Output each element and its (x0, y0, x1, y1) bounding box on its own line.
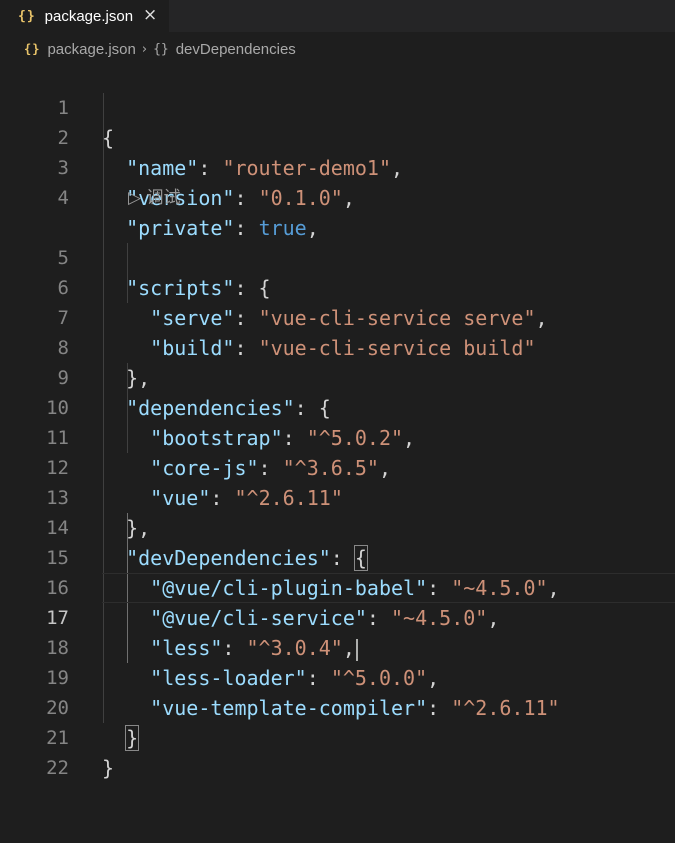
code-line: 22 (0, 723, 675, 779)
code-line: 15 "@vue/cli-plugin-babel": "~4.5.0", (0, 513, 675, 600)
tab-package-json[interactable]: {} package.json × (0, 0, 169, 32)
code-editor[interactable]: 1 { 2 "name": "router-demo1", 3 "version… (0, 63, 675, 780)
breadcrumb: {} package.json › {} devDependencies (0, 32, 675, 66)
close-icon[interactable]: × (143, 5, 157, 25)
code-line: 20 } (0, 663, 675, 751)
brace-close: } (102, 756, 115, 780)
tab-label: package.json (44, 7, 134, 25)
line-number: 22 (46, 757, 69, 779)
code-line: 1 { (0, 63, 675, 150)
code-line: 5 "scripts": { (0, 213, 675, 300)
code-line: 6 "serve": "vue-cli-service serve", (0, 243, 675, 330)
codelens: ▷ 调试 (0, 183, 675, 213)
code-line: 18 "less-loader": "^5.0.0", (0, 603, 675, 690)
code-line: 13 }, (0, 453, 675, 540)
code-line: 21 } (0, 693, 675, 780)
code-line: 8 }, (0, 303, 675, 390)
tab-bar: {} package.json × (0, 0, 675, 32)
chevron-right-icon: › (141, 41, 148, 57)
json-file-icon: {} (18, 8, 36, 24)
code-line: 14 "devDependencies": { (0, 483, 675, 571)
code-line: 9 "dependencies": { (0, 333, 675, 420)
breadcrumb-section[interactable]: devDependencies (176, 41, 296, 58)
code-line: 16 "@vue/cli-service": "~4.5.0", (0, 543, 675, 630)
code-line-current: 17 "less": "^3.0.4", (0, 573, 675, 661)
debug-codelens[interactable]: ▷ 调试 (128, 183, 180, 213)
json-file-icon: {} (24, 42, 41, 56)
code-line: 7 "build": "vue-cli-service build" (0, 273, 675, 360)
code-line: 19 "vue-template-compiler": "^2.6.11" (0, 633, 675, 720)
breadcrumb-file[interactable]: package.json (47, 41, 135, 58)
code-line: 4 "private": true, (0, 153, 675, 240)
object-icon: {} (153, 41, 169, 57)
code-line: 11 "core-js": "^3.6.5", (0, 393, 675, 480)
code-line: 10 "bootstrap": "^5.0.2", (0, 363, 675, 450)
code-line: 12 "vue": "^2.6.11" (0, 423, 675, 510)
code-line: 2 "name": "router-demo1", (0, 93, 675, 180)
code-line: 3 "version": "0.1.0", (0, 123, 675, 210)
